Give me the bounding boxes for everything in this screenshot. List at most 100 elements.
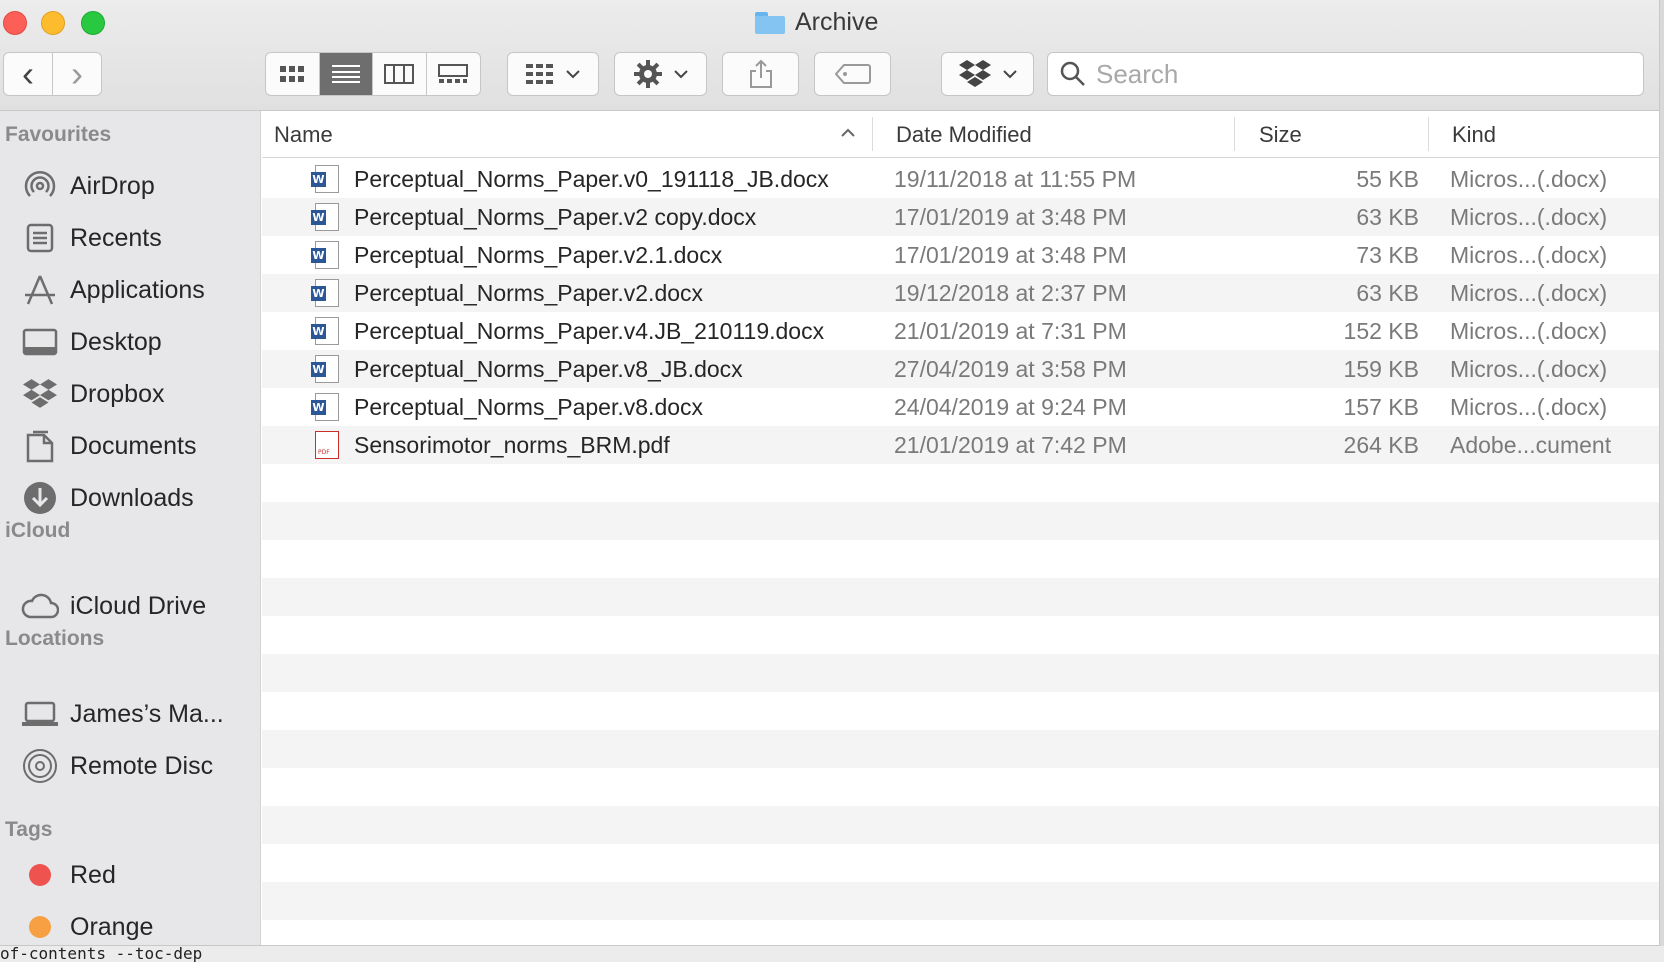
chevron-left-icon: ‹ xyxy=(22,53,34,94)
file-name: Perceptual_Norms_Paper.v2.docx xyxy=(354,280,704,306)
list-icon xyxy=(331,65,360,83)
file-row[interactable]: Perceptual_Norms_Paper.v4.JB_210119.docx… xyxy=(262,312,1659,350)
column-header-name[interactable]: Name xyxy=(274,122,333,148)
pdf-file-icon xyxy=(315,431,339,459)
sidebar-item-airdrop[interactable]: AirDrop xyxy=(20,166,155,206)
column-view-button[interactable] xyxy=(373,53,427,95)
group-by-button[interactable] xyxy=(507,52,599,96)
back-button[interactable]: ‹ xyxy=(4,53,53,95)
file-size: 264 KB xyxy=(1343,432,1419,458)
sidebar-item-macbook[interactable]: James’s Ma... xyxy=(20,694,224,734)
chevron-down-icon xyxy=(566,70,580,79)
empty-row-stripe xyxy=(262,882,1659,920)
sidebar-item-tag-red[interactable]: Red xyxy=(20,855,116,895)
share-icon xyxy=(749,59,772,88)
minimize-button[interactable] xyxy=(41,11,65,35)
tag-color-dot xyxy=(29,864,51,886)
column-header-date[interactable]: Date Modified xyxy=(896,122,1032,148)
search-placeholder: Search xyxy=(1096,58,1179,89)
sidebar: Favourites AirDrop Recents Applications … xyxy=(0,111,261,945)
empty-row-stripe xyxy=(262,464,1659,502)
nav-buttons: ‹ › xyxy=(3,52,102,96)
sidebar-item-dropbox[interactable]: Dropbox xyxy=(20,374,165,414)
column-divider[interactable] xyxy=(872,117,873,151)
file-name: Perceptual_Norms_Paper.v2 copy.docx xyxy=(354,204,757,230)
empty-row-stripe xyxy=(262,502,1659,540)
sidebar-item-label: Remote Disc xyxy=(70,751,214,780)
chevron-down-icon xyxy=(1002,70,1017,79)
sidebar-item-label: Orange xyxy=(70,912,154,941)
sidebar-heading-tags: Tags xyxy=(5,818,53,841)
sidebar-item-label: Documents xyxy=(70,431,197,460)
file-row[interactable]: Perceptual_Norms_Paper.v0_191118_JB.docx… xyxy=(262,160,1659,198)
sort-ascending-icon[interactable] xyxy=(840,128,856,138)
chevron-right-icon: › xyxy=(71,53,83,94)
sidebar-item-documents[interactable]: Documents xyxy=(20,426,196,466)
file-row[interactable]: Perceptual_Norms_Paper.v2.docx 19/12/2018… xyxy=(262,274,1659,312)
file-size: 63 KB xyxy=(1356,280,1419,306)
file-kind: Micros...(.docx) xyxy=(1450,318,1608,344)
file-name: Perceptual_Norms_Paper.v8_JB.docx xyxy=(354,356,743,382)
file-row[interactable]: Perceptual_Norms_Paper.v8.docx 24/04/2019… xyxy=(262,388,1659,426)
gallery-icon xyxy=(438,64,469,83)
sidebar-item-desktop[interactable]: Desktop xyxy=(20,322,162,362)
close-button[interactable] xyxy=(3,11,27,35)
file-kind: Micros...(.docx) xyxy=(1450,356,1608,382)
disc-icon xyxy=(20,746,60,786)
forward-button[interactable]: › xyxy=(53,53,101,95)
column-header-kind[interactable]: Kind xyxy=(1452,122,1496,148)
word-document-icon xyxy=(311,317,339,345)
recents-icon xyxy=(20,218,60,258)
tag-icon xyxy=(834,64,871,84)
share-button[interactable] xyxy=(722,52,799,96)
gear-icon xyxy=(633,60,662,88)
gallery-view-button[interactable] xyxy=(427,53,481,95)
sidebar-item-applications[interactable]: Applications xyxy=(20,270,205,310)
desktop-icon xyxy=(20,322,60,362)
action-button[interactable] xyxy=(614,52,707,96)
empty-row-stripe xyxy=(262,692,1659,730)
downloads-icon xyxy=(20,478,60,518)
icon-view-button[interactable] xyxy=(266,53,320,95)
empty-row-stripe xyxy=(262,920,1659,945)
view-mode-segmented xyxy=(265,52,481,96)
window-title-text: Archive xyxy=(795,8,879,36)
file-date-modified: 17/01/2019 at 3:48 PM xyxy=(894,204,1127,230)
empty-row-stripe xyxy=(262,806,1659,844)
sidebar-item-remote-disc[interactable]: Remote Disc xyxy=(20,746,213,786)
word-document-icon xyxy=(311,241,339,269)
column-header-row: Name Date Modified Size Kind xyxy=(262,111,1659,158)
file-date-modified: 19/11/2018 at 11:55 PM xyxy=(894,166,1137,192)
cloud-icon xyxy=(20,586,60,626)
sidebar-item-recents[interactable]: Recents xyxy=(20,218,162,258)
file-size: 55 KB xyxy=(1356,166,1419,192)
file-size: 152 KB xyxy=(1343,318,1419,344)
file-kind: Micros...(.docx) xyxy=(1450,394,1608,420)
file-row[interactable]: Perceptual_Norms_Paper.v8_JB.docx 27/04/2… xyxy=(262,350,1659,388)
sidebar-item-tag-orange[interactable]: Orange xyxy=(20,907,154,945)
file-size: 73 KB xyxy=(1356,242,1419,268)
column-header-size[interactable]: Size xyxy=(1259,122,1302,148)
zoom-button[interactable] xyxy=(81,11,105,35)
search-field[interactable]: Search xyxy=(1047,52,1644,96)
documents-icon xyxy=(20,426,60,466)
word-document-icon xyxy=(311,165,339,193)
sidebar-item-label: iCloud Drive xyxy=(70,591,207,620)
column-divider[interactable] xyxy=(1428,117,1429,151)
sidebar-item-label: James’s Ma... xyxy=(70,699,224,728)
empty-row-stripe xyxy=(262,730,1659,768)
file-row[interactable]: Perceptual_Norms_Paper.v2.1.docx 17/01/20… xyxy=(262,236,1659,274)
column-divider[interactable] xyxy=(1234,117,1235,151)
sidebar-item-downloads[interactable]: Downloads xyxy=(20,478,194,518)
dropbox-button[interactable] xyxy=(941,52,1034,96)
list-view-button[interactable] xyxy=(319,53,373,95)
file-kind: Micros...(.docx) xyxy=(1450,204,1608,230)
sidebar-item-icloud-drive[interactable]: iCloud Drive xyxy=(20,586,206,626)
sidebar-heading-favourites: Favourites xyxy=(5,123,112,146)
file-date-modified: 17/01/2019 at 3:48 PM xyxy=(894,242,1127,268)
word-document-icon xyxy=(311,203,339,231)
tags-button[interactable] xyxy=(814,52,891,96)
dropbox-icon xyxy=(958,60,991,87)
file-row[interactable]: Sensorimotor_norms_BRM.pdf 21/01/2019 at … xyxy=(262,426,1659,464)
file-row[interactable]: Perceptual_Norms_Paper.v2 copy.docx 17/01… xyxy=(262,198,1659,236)
